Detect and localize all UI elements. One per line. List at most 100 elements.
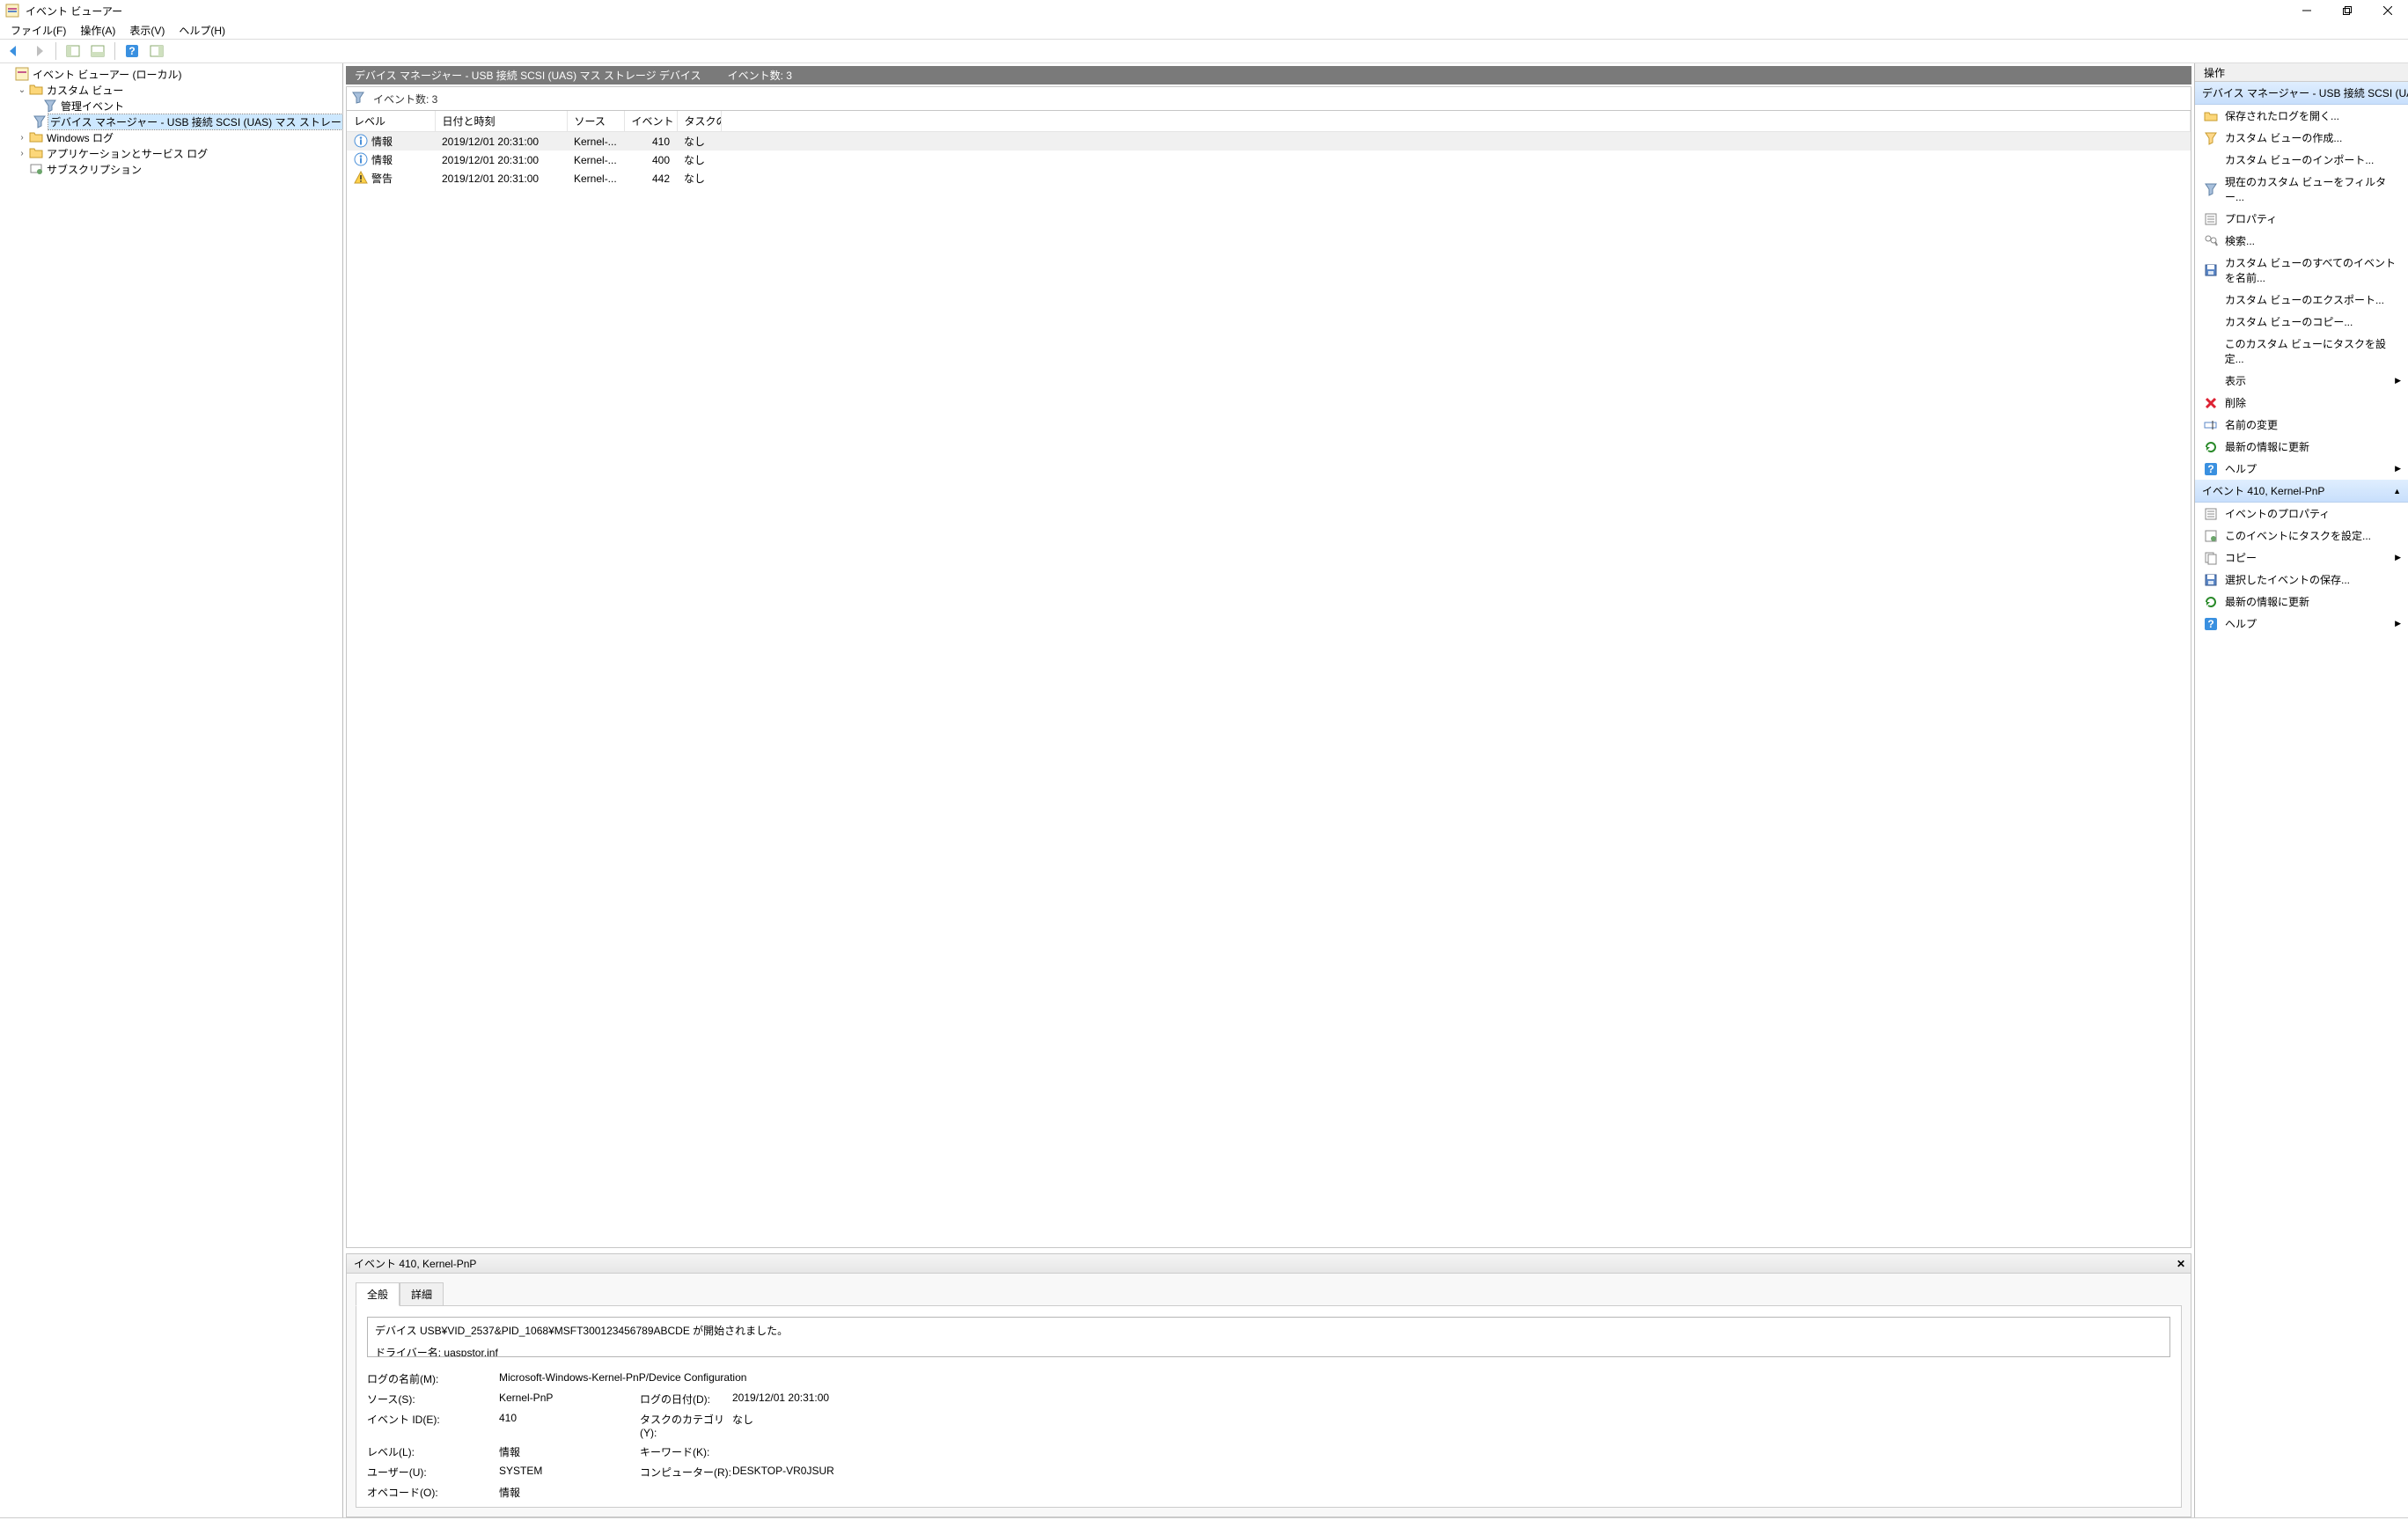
tree-root[interactable]: イベント ビューアー (ローカル) bbox=[3, 66, 342, 82]
label-log-name: ログの名前(M): bbox=[367, 1371, 499, 1386]
action-item[interactable]: 保存されたログを開く... bbox=[2195, 105, 2408, 127]
expander-icon[interactable]: ⌄ bbox=[17, 85, 27, 95]
menu-view[interactable]: 表示(V) bbox=[122, 21, 172, 40]
label-source: ソース(S): bbox=[367, 1392, 499, 1406]
chevron-up-icon: ▲ bbox=[2393, 487, 2401, 496]
find-icon bbox=[2204, 234, 2218, 248]
tree-admin-events[interactable]: 管理イベント bbox=[3, 98, 342, 114]
tree-windows-logs[interactable]: › Windows ログ bbox=[3, 129, 342, 145]
action-label: カスタム ビューのエクスポート... bbox=[2225, 292, 2384, 307]
col-event-id[interactable]: イベント ... bbox=[624, 111, 677, 132]
tree-custom-views[interactable]: ⌄ カスタム ビュー bbox=[3, 82, 342, 98]
chevron-right-icon: ▶ bbox=[2395, 464, 2401, 474]
cell-datetime: 2019/12/01 20:31:00 bbox=[435, 169, 567, 187]
action-item[interactable]: カスタム ビューのインポート... bbox=[2195, 149, 2408, 171]
toolbar-help-button[interactable]: ? bbox=[121, 40, 143, 62]
back-button[interactable] bbox=[4, 40, 25, 62]
menu-help[interactable]: ヘルプ(H) bbox=[172, 21, 232, 40]
label-more-info: 詳細情報(I): bbox=[367, 1505, 499, 1508]
action-label: カスタム ビューのすべてのイベントを名前... bbox=[2225, 255, 2401, 285]
tab-detail[interactable]: 詳細 bbox=[400, 1282, 444, 1306]
tree-subscriptions[interactable]: サブスクリプション bbox=[3, 161, 342, 177]
action-item[interactable]: このカスタム ビューにタスクを設定... bbox=[2195, 333, 2408, 370]
maximize-button[interactable] bbox=[2327, 0, 2368, 21]
props-icon bbox=[2204, 212, 2218, 226]
tree-label: カスタム ビュー bbox=[45, 83, 125, 98]
toolbar-panel-button[interactable] bbox=[146, 40, 167, 62]
cell-source: Kernel-... bbox=[567, 151, 624, 169]
expander-icon[interactable]: › bbox=[17, 149, 27, 158]
group-title: デバイス マネージャー - USB 接続 SCSI (UAS) ... bbox=[2202, 85, 2408, 100]
action-item[interactable]: カスタム ビューのコピー... bbox=[2195, 311, 2408, 333]
action-item[interactable]: 表示▶ bbox=[2195, 370, 2408, 392]
details-close-button[interactable]: ✕ bbox=[2177, 1258, 2185, 1270]
delete-icon bbox=[2204, 396, 2218, 410]
save-icon bbox=[2204, 573, 2218, 587]
grid-row[interactable]: 情報2019/12/01 20:31:00Kernel-...400なし bbox=[347, 151, 2191, 169]
label-logged: ログの日付(D): bbox=[640, 1392, 732, 1406]
info-icon bbox=[354, 152, 368, 166]
col-datetime[interactable]: 日付と時刻 bbox=[435, 111, 567, 132]
main-area: イベント ビューアー (ローカル) ⌄ カスタム ビュー 管理イベント デバイス… bbox=[0, 63, 2408, 1517]
action-item[interactable]: ?ヘルプ▶ bbox=[2195, 613, 2408, 635]
grid-row[interactable]: 警告2019/12/01 20:31:00Kernel-...442なし bbox=[347, 169, 2191, 187]
col-task[interactable]: タスクの... bbox=[677, 111, 721, 132]
grid-row[interactable]: 情報2019/12/01 20:31:00Kernel-...410なし bbox=[347, 132, 2191, 151]
action-item[interactable]: 削除 bbox=[2195, 392, 2408, 414]
cell-source: Kernel-... bbox=[567, 169, 624, 187]
svg-text:?: ? bbox=[2207, 463, 2213, 475]
toolbar-properties-button[interactable] bbox=[87, 40, 108, 62]
tab-panel-general: デバイス USB¥VID_2537&PID_1068¥MSFT300123456… bbox=[356, 1305, 2182, 1508]
action-item[interactable]: 名前の変更 bbox=[2195, 414, 2408, 436]
minimize-button[interactable] bbox=[2287, 0, 2327, 21]
event-grid-wrap[interactable]: レベル 日付と時刻 ソース イベント ... タスクの... 情報2019/12… bbox=[346, 111, 2191, 1248]
copy-icon bbox=[2204, 551, 2218, 565]
cell-source: Kernel-... bbox=[567, 132, 624, 151]
action-item[interactable]: カスタム ビューのエクスポート... bbox=[2195, 289, 2408, 311]
close-button[interactable] bbox=[2368, 0, 2408, 21]
filter-bar: イベント数: 3 bbox=[346, 86, 2191, 111]
menubar: ファイル(F) 操作(A) 表示(V) ヘルプ(H) bbox=[0, 21, 2408, 39]
action-item[interactable]: このイベントにタスクを設定... bbox=[2195, 525, 2408, 547]
tree-app-service-logs[interactable]: › アプリケーションとサービス ログ bbox=[3, 145, 342, 161]
col-source[interactable]: ソース bbox=[567, 111, 624, 132]
action-label: ヘルプ bbox=[2225, 461, 2257, 476]
actions-group2-header[interactable]: イベント 410, Kernel-PnP ▲ bbox=[2195, 480, 2408, 503]
action-item[interactable]: 検索... bbox=[2195, 230, 2408, 252]
rename-icon bbox=[2204, 418, 2218, 432]
action-item[interactable]: コピー▶ bbox=[2195, 547, 2408, 569]
actions-group1-header[interactable]: デバイス マネージャー - USB 接続 SCSI (UAS) ... ▲ bbox=[2195, 82, 2408, 105]
cell-task: なし bbox=[677, 169, 721, 187]
event-description[interactable]: デバイス USB¥VID_2537&PID_1068¥MSFT300123456… bbox=[367, 1317, 2170, 1357]
value-source: Kernel-PnP bbox=[499, 1392, 640, 1406]
action-label: カスタム ビューのコピー... bbox=[2225, 314, 2353, 329]
none-icon bbox=[2204, 344, 2218, 358]
col-level[interactable]: レベル bbox=[347, 111, 435, 132]
tab-general[interactable]: 全般 bbox=[356, 1282, 400, 1306]
cell-level: 情報 bbox=[371, 136, 393, 148]
link-event-log-help[interactable]: イベント ログのヘルプ bbox=[499, 1507, 607, 1508]
action-item[interactable]: 現在のカスタム ビューをフィルター... bbox=[2195, 171, 2408, 208]
status-bar bbox=[0, 1517, 2408, 1535]
action-label: 最新の情報に更新 bbox=[2225, 439, 2309, 454]
tree-selected-view[interactable]: デバイス マネージャー - USB 接続 SCSI (UAS) マス ストレージ… bbox=[3, 114, 342, 129]
props-icon bbox=[2204, 507, 2218, 521]
forward-button[interactable] bbox=[28, 40, 49, 62]
action-item[interactable]: イベントのプロパティ bbox=[2195, 503, 2408, 525]
details-header: イベント 410, Kernel-PnP ✕ bbox=[347, 1254, 2191, 1274]
action-item[interactable]: ? ヘルプ ▶ bbox=[2195, 458, 2408, 480]
toolbar-scope-button[interactable] bbox=[62, 40, 84, 62]
action-item[interactable]: カスタム ビューのすべてのイベントを名前... bbox=[2195, 252, 2408, 289]
toolbar: ? bbox=[0, 39, 2408, 63]
action-item[interactable]: 最新の情報に更新 bbox=[2195, 436, 2408, 458]
value-keywords bbox=[732, 1444, 873, 1459]
menu-action[interactable]: 操作(A) bbox=[73, 21, 122, 40]
action-item[interactable]: 選択したイベントの保存... bbox=[2195, 569, 2408, 591]
menu-file[interactable]: ファイル(F) bbox=[4, 21, 73, 40]
action-item[interactable]: カスタム ビューの作成... bbox=[2195, 127, 2408, 149]
expander-icon[interactable]: › bbox=[17, 133, 27, 143]
refresh-icon bbox=[2204, 440, 2218, 454]
col-spacer bbox=[721, 111, 2191, 132]
action-item[interactable]: 最新の情報に更新 bbox=[2195, 591, 2408, 613]
action-item[interactable]: プロパティ bbox=[2195, 208, 2408, 230]
